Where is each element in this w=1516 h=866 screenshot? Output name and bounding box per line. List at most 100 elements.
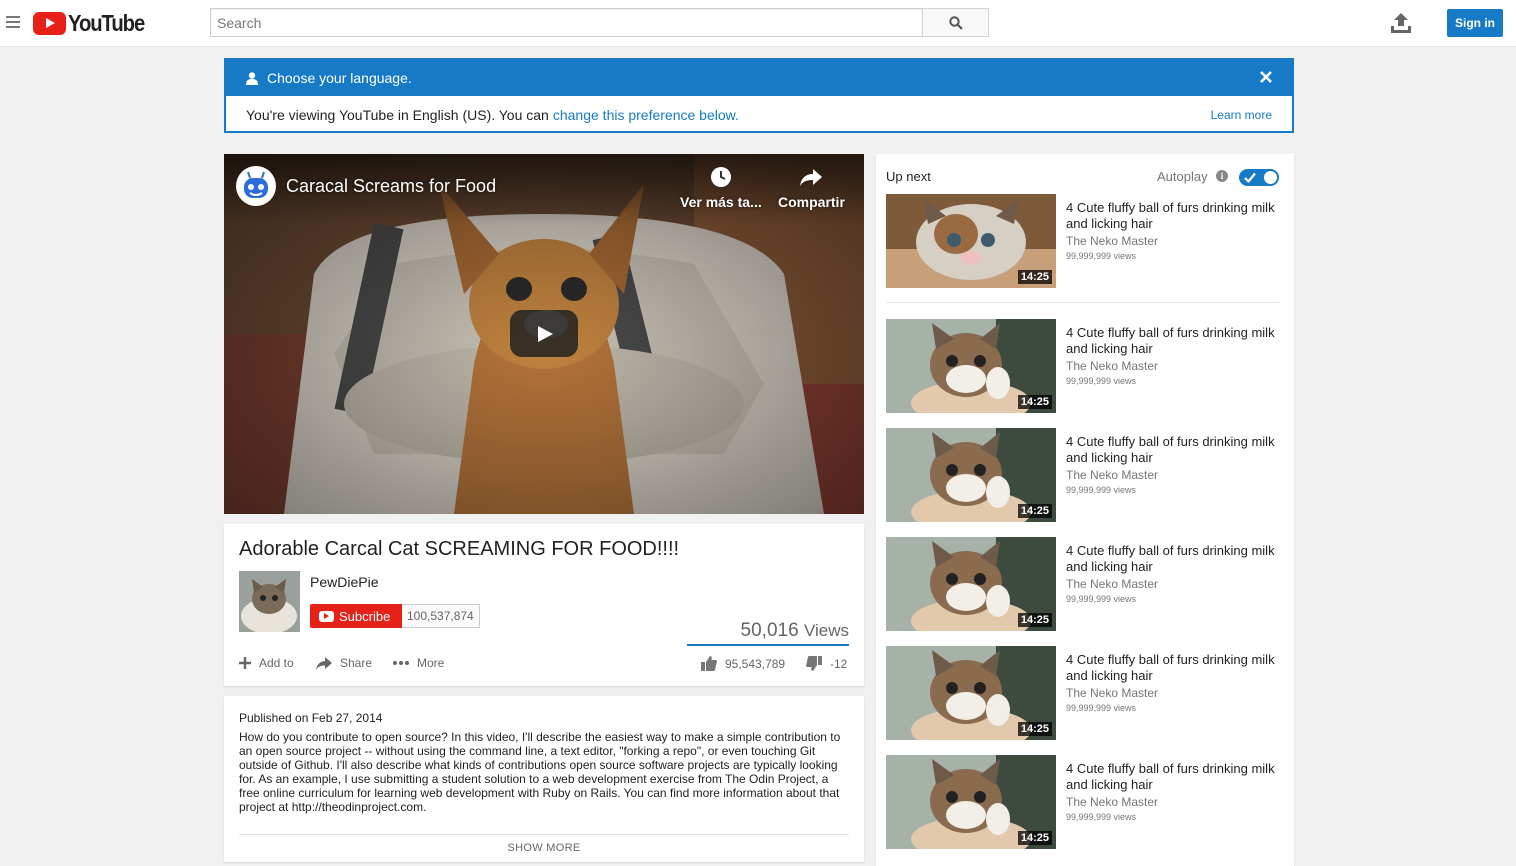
duration-badge: 14:25 xyxy=(1017,270,1052,284)
duration-badge: 14:25 xyxy=(1017,504,1052,518)
duration-badge: 14:25 xyxy=(1017,395,1052,409)
watch-later-label: Ver más ta... xyxy=(680,194,762,210)
show-more-button[interactable]: SHOW MORE xyxy=(224,842,864,854)
info-icon[interactable]: i xyxy=(1216,170,1228,182)
related-video-title[interactable]: 4 Cute fluffy ball of furs drinking milk… xyxy=(1066,543,1276,575)
duration-badge: 14:25 xyxy=(1017,722,1052,736)
share-arrow-icon xyxy=(800,169,823,186)
youtube-play-icon xyxy=(319,610,334,622)
related-video-views: 99,999,999 views xyxy=(1066,251,1137,261)
more-button[interactable]: More xyxy=(393,656,444,670)
autoplay-toggle[interactable] xyxy=(1239,169,1279,186)
divider xyxy=(886,302,1279,303)
share-button[interactable]: Share xyxy=(316,656,372,670)
related-video-channel[interactable]: The Neko Master xyxy=(1066,359,1158,373)
related-video-item[interactable]: 14:25 4 Cute fluffy ball of furs drinkin… xyxy=(886,646,1279,740)
duration-badge: 14:25 xyxy=(1017,613,1052,627)
related-video-views: 99,999,999 views xyxy=(1066,376,1137,386)
search-input[interactable] xyxy=(210,8,923,37)
logo-text: YouTube xyxy=(68,9,145,36)
play-logo-icon xyxy=(33,11,66,35)
change-preference-link[interactable]: change this preference below. xyxy=(553,107,739,123)
description-text: How do you contribute to open source? In… xyxy=(239,730,841,814)
related-video-item[interactable]: 14:25 4 Cute fluffy ball of furs drinkin… xyxy=(886,537,1279,631)
related-video-item[interactable]: 14:25 4 Cute fluffy ball of furs drinkin… xyxy=(886,194,1279,288)
related-video-views: 99,999,999 views xyxy=(1066,703,1137,713)
related-video-channel[interactable]: The Neko Master xyxy=(1066,468,1158,482)
share-label: Share xyxy=(340,656,373,670)
related-video-title[interactable]: 4 Cute fluffy ball of furs drinking milk… xyxy=(1066,325,1276,357)
share-overlay-label: Compartir xyxy=(778,194,845,210)
person-icon xyxy=(246,71,258,85)
robot-avatar-icon xyxy=(244,171,268,198)
dislike-button[interactable]: -12 xyxy=(806,656,847,671)
up-next-heading: Up next xyxy=(886,169,931,184)
video-thumbnail[interactable]: 14:25 xyxy=(886,194,1056,288)
thumbs-up-icon xyxy=(701,656,717,671)
search-button[interactable] xyxy=(922,8,989,37)
subscribe-label: Subcribe xyxy=(339,608,391,624)
language-notice-header: Choose your language. xyxy=(226,60,1292,96)
like-button[interactable]: 95,543,789 xyxy=(701,656,785,671)
play-button[interactable] xyxy=(510,310,578,357)
add-to-button[interactable]: Add to xyxy=(239,656,294,670)
video-info-card: Adorable Carcal Cat SCREAMING FOR FOOD!!… xyxy=(224,524,864,686)
related-video-item[interactable]: 14:25 4 Cute fluffy ball of furs drinkin… xyxy=(886,319,1279,413)
related-video-title[interactable]: 4 Cute fluffy ball of furs drinking milk… xyxy=(1066,200,1276,232)
language-notice-title: Choose your language. xyxy=(267,70,412,86)
menu-icon[interactable] xyxy=(6,16,20,28)
like-count: 95,543,789 xyxy=(725,656,786,671)
player-overlay-title[interactable]: Caracal Screams for Food xyxy=(286,176,496,197)
related-video-title[interactable]: 4 Cute fluffy ball of furs drinking milk… xyxy=(1066,761,1276,793)
related-sidebar: Up next Autoplay i 14:25 4 Cute fluffy b… xyxy=(876,154,1294,866)
share-overlay-button[interactable]: Compartir xyxy=(778,166,845,210)
related-video-channel[interactable]: The Neko Master xyxy=(1066,234,1158,248)
video-title: Adorable Carcal Cat SCREAMING FOR FOOD!!… xyxy=(239,538,680,560)
related-video-title[interactable]: 4 Cute fluffy ball of furs drinking milk… xyxy=(1066,434,1276,466)
learn-more-link[interactable]: Learn more xyxy=(1211,108,1272,122)
related-video-channel[interactable]: The Neko Master xyxy=(1066,795,1158,809)
view-count-number: 50,016 xyxy=(740,620,799,641)
owner-name[interactable]: PewDiePie xyxy=(310,574,378,590)
description-card: Published on Feb 27, 2014 How do you con… xyxy=(224,696,864,862)
autoplay-label: Autoplay xyxy=(1157,169,1208,184)
video-thumbnail[interactable]: 14:25 xyxy=(886,428,1056,522)
video-thumbnail[interactable]: 14:25 xyxy=(886,755,1056,849)
related-video-views: 99,999,999 views xyxy=(1066,594,1137,604)
upload-icon[interactable] xyxy=(1390,12,1412,34)
video-thumbnail[interactable]: 14:25 xyxy=(886,319,1056,413)
sign-in-button[interactable]: Sign in xyxy=(1447,9,1503,37)
masthead: YouTube Sign in xyxy=(0,0,1516,47)
thumbs-down-icon xyxy=(806,656,822,671)
video-thumbnail[interactable]: 14:25 xyxy=(886,537,1056,631)
video-thumbnail[interactable]: 14:25 xyxy=(886,646,1056,740)
watch-later-button[interactable]: Ver más ta... xyxy=(680,166,762,210)
related-video-item[interactable]: 14:25 4 Cute fluffy ball of furs drinkin… xyxy=(886,755,1279,849)
related-video-title[interactable]: 4 Cute fluffy ball of furs drinking milk… xyxy=(1066,652,1276,684)
related-video-views: 99,999,999 views xyxy=(1066,812,1137,822)
language-notice-text: You're viewing YouTube in English (US). … xyxy=(246,106,549,123)
clock-icon xyxy=(710,167,731,187)
like-ratio-bar xyxy=(687,644,849,646)
close-icon[interactable] xyxy=(1259,70,1273,84)
youtube-logo[interactable]: YouTube xyxy=(33,9,155,36)
subscriber-count: 100,537,874 xyxy=(402,604,480,628)
video-player[interactable]: Caracal Screams for Food Ver más ta... C… xyxy=(224,154,864,514)
related-video-item[interactable]: 14:25 4 Cute fluffy ball of furs drinkin… xyxy=(886,428,1279,522)
checkmark-icon xyxy=(1244,172,1256,183)
view-count-unit: Views xyxy=(803,621,849,640)
divider xyxy=(239,834,849,835)
plus-icon xyxy=(239,657,251,669)
view-count: 50,016 Views xyxy=(741,620,849,642)
share-icon xyxy=(316,656,332,670)
owner-avatar[interactable] xyxy=(239,571,300,632)
related-video-views: 99,999,999 views xyxy=(1066,485,1137,495)
related-video-channel[interactable]: The Neko Master xyxy=(1066,577,1158,591)
channel-avatar[interactable] xyxy=(236,166,276,206)
related-video-channel[interactable]: The Neko Master xyxy=(1066,686,1158,700)
subscribe-button[interactable]: Subcribe xyxy=(310,604,402,628)
duration-badge: 14:25 xyxy=(1017,831,1052,845)
toggle-knob xyxy=(1264,171,1277,184)
language-notice: Choose your language. You're viewing You… xyxy=(224,58,1294,133)
language-notice-body: You're viewing YouTube in English (US). … xyxy=(226,96,1292,133)
